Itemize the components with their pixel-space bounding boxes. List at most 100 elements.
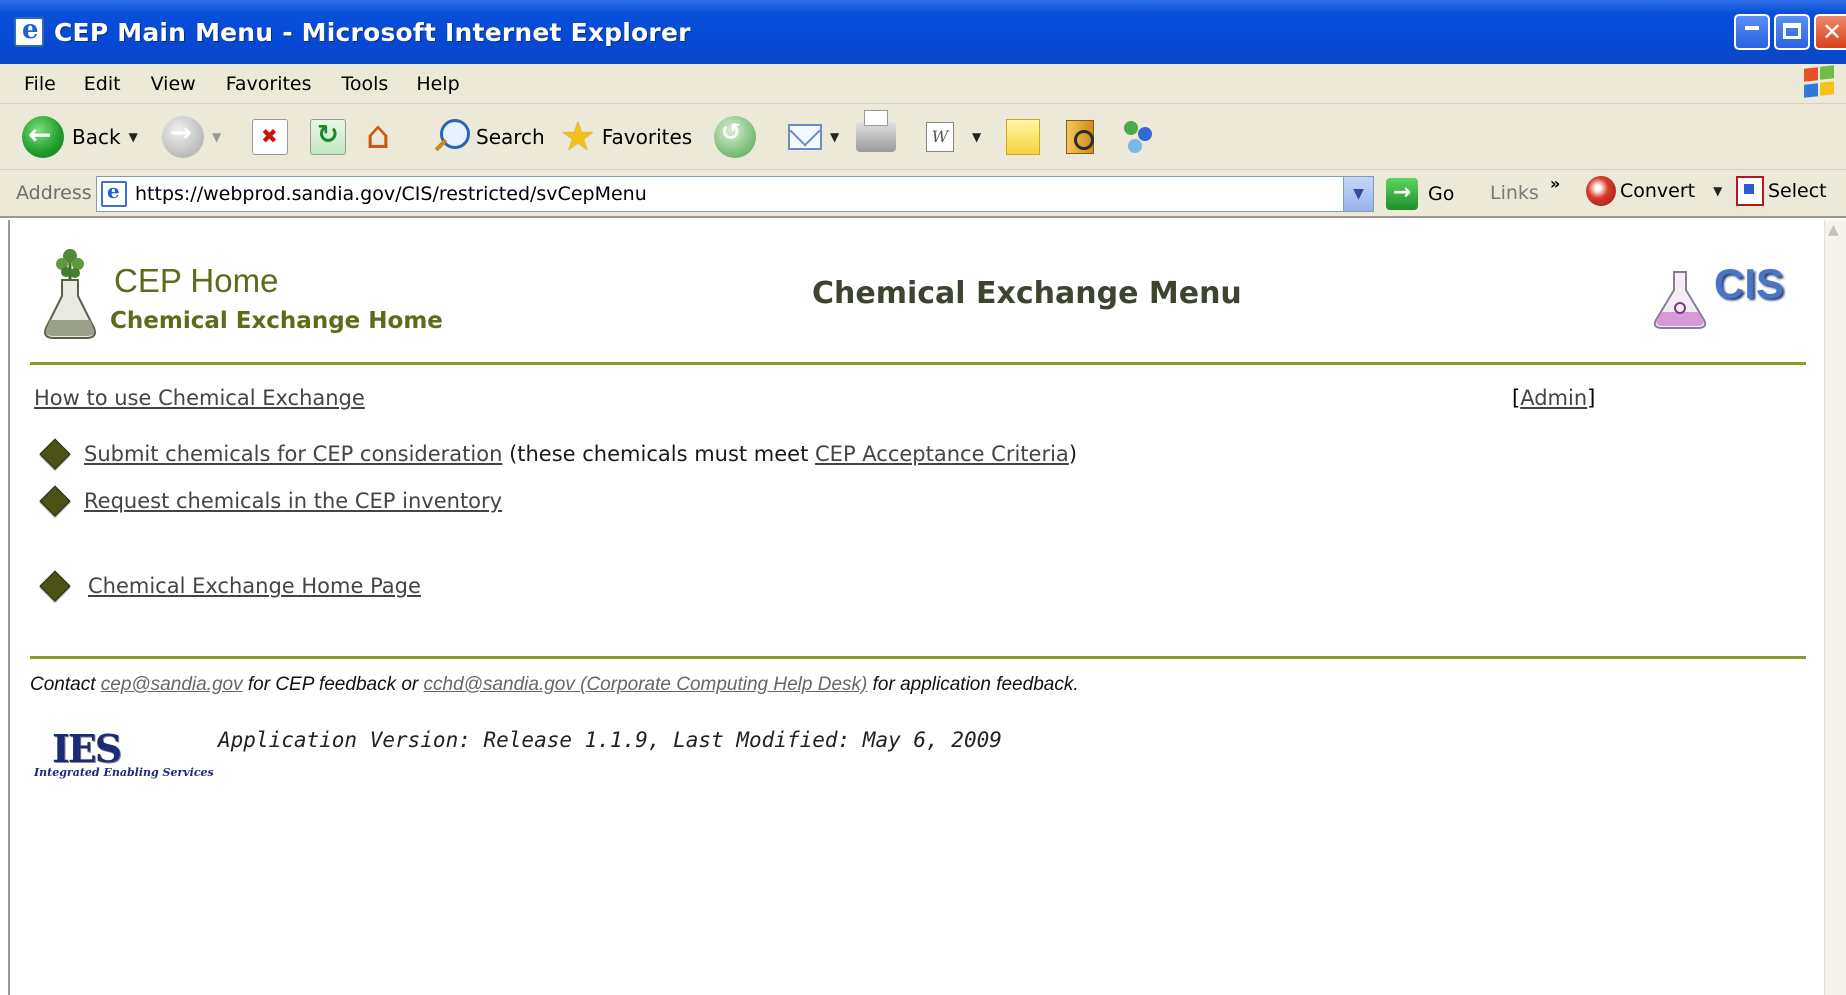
cep-email-link[interactable]: cep@sandia.gov xyxy=(101,674,243,695)
how-to-use-link[interactable]: How to use Chemical Exchange xyxy=(34,386,365,410)
window-title: CEP Main Menu - Microsoft Internet Explo… xyxy=(54,17,691,47)
ies-logo-text: IES xyxy=(52,726,122,771)
ies-logo-subtext: Integrated Enabling Services xyxy=(34,766,214,779)
windows-logo-icon xyxy=(1798,60,1842,100)
page-title: Chemical Exchange Menu xyxy=(812,276,1242,311)
favorites-label: Favorites xyxy=(601,125,693,149)
diamond-bullet-icon xyxy=(39,485,71,517)
window-title-bar[interactable]: CEP Main Menu - Microsoft Internet Explo… xyxy=(0,0,1846,64)
minimize-icon xyxy=(1745,26,1759,30)
back-arrow-icon xyxy=(22,116,64,158)
history-button[interactable] xyxy=(714,114,756,160)
admin-link[interactable]: Admin xyxy=(1520,386,1587,410)
convert-button[interactable]: Convert ▼ xyxy=(1586,176,1722,206)
acceptance-criteria-link[interactable]: CEP Acceptance Criteria xyxy=(815,442,1069,466)
search-icon xyxy=(430,117,470,157)
select-icon xyxy=(1736,176,1764,206)
menu-bar: File Edit View Favorites Tools Help xyxy=(0,64,1846,104)
go-label: Go xyxy=(1428,183,1455,205)
go-button[interactable]: → Go xyxy=(1386,178,1454,210)
menu-favorites[interactable]: Favorites xyxy=(224,71,314,97)
back-button[interactable]: Back ▼ xyxy=(22,114,138,160)
refresh-icon xyxy=(310,119,346,155)
submit-chemicals-link[interactable]: Submit chemicals for CEP consideration xyxy=(84,442,502,466)
mail-button[interactable]: ▼ xyxy=(788,114,839,160)
address-dropdown-icon[interactable]: ▼ xyxy=(1343,177,1373,211)
address-label: Address xyxy=(16,182,92,204)
edit-word-button[interactable]: W ▼ xyxy=(926,114,981,160)
stop-icon xyxy=(252,119,288,155)
request-chemicals-link[interactable]: Request chemicals in the CEP inventory xyxy=(84,489,502,513)
cep-home-subtitle: Chemical Exchange Home xyxy=(110,308,443,334)
address-input[interactable]: https://webprod.sandia.gov/CIS/restricte… xyxy=(96,176,1374,212)
convert-label: Convert xyxy=(1620,180,1696,202)
go-arrow-icon: → xyxy=(1386,178,1418,210)
contact-line: Contact cep@sandia.gov for CEP feedback … xyxy=(30,674,1079,696)
research-button[interactable] xyxy=(1060,114,1098,160)
links-label[interactable]: Links xyxy=(1490,182,1539,204)
minimize-button[interactable] xyxy=(1734,14,1770,50)
contact-prefix: Contact xyxy=(30,674,101,695)
messenger-people-icon xyxy=(1120,117,1160,157)
admin-link-group: [Admin] xyxy=(1512,386,1595,410)
messenger-button[interactable] xyxy=(1120,114,1160,160)
cep-flask-logo xyxy=(44,249,96,339)
history-icon xyxy=(714,116,756,158)
forward-dropdown-icon[interactable]: ▼ xyxy=(212,130,221,144)
cis-flask-icon xyxy=(1653,271,1707,329)
vertical-scrollbar[interactable]: ▲ xyxy=(1824,220,1846,995)
menu-file[interactable]: File xyxy=(22,71,58,97)
footer-divider xyxy=(30,656,1806,659)
home-button[interactable] xyxy=(364,113,400,160)
cep-home-title[interactable]: CEP Home xyxy=(114,262,278,300)
favorites-star-icon: ★ xyxy=(560,114,596,160)
search-button[interactable]: Search xyxy=(430,114,545,160)
close-button[interactable]: ✕ xyxy=(1814,14,1846,50)
restore-icon xyxy=(1783,23,1801,39)
printer-icon xyxy=(856,110,896,152)
list-item: Submit chemicals for CEP consideration (… xyxy=(36,438,1077,470)
edit-dropdown-icon[interactable]: ▼ xyxy=(972,130,981,144)
ies-logo: IES Integrated Enabling Services xyxy=(34,726,214,782)
restore-button[interactable] xyxy=(1774,14,1810,50)
ie-app-icon[interactable] xyxy=(14,15,44,47)
forward-button[interactable]: ▼ xyxy=(162,114,221,160)
page-icon xyxy=(101,179,127,207)
cis-logo: CIS xyxy=(1650,260,1810,340)
back-dropdown-icon[interactable]: ▼ xyxy=(129,130,138,144)
header-divider xyxy=(30,362,1806,365)
address-url[interactable]: https://webprod.sandia.gov/CIS/restricte… xyxy=(135,183,647,205)
help-desk-link[interactable]: cchd@sandia.gov (Corporate Computing Hel… xyxy=(424,674,868,695)
submit-note-text: (these chemicals must meet xyxy=(502,442,816,466)
print-button[interactable] xyxy=(856,110,896,160)
menu-help[interactable]: Help xyxy=(414,71,461,97)
search-label: Search xyxy=(476,125,545,149)
mail-dropdown-icon[interactable]: ▼ xyxy=(830,130,839,144)
convert-dropdown-icon[interactable]: ▼ xyxy=(1713,184,1722,198)
address-bar: Address https://webprod.sandia.gov/CIS/r… xyxy=(0,170,1846,218)
cis-logo-text: CIS xyxy=(1714,260,1785,307)
convert-pdf-icon xyxy=(1586,176,1616,206)
menu-view[interactable]: View xyxy=(149,71,198,97)
toolbar: Back ▼ ▼ Search ★ Favorites ▼ W ▼ xyxy=(0,104,1846,170)
admin-bracket-open: [ xyxy=(1512,386,1521,410)
select-label: Select xyxy=(1768,180,1827,202)
back-label: Back xyxy=(72,125,121,149)
menu-tools[interactable]: Tools xyxy=(340,71,391,97)
diamond-bullet-icon xyxy=(39,570,71,602)
favorites-button[interactable]: ★ Favorites xyxy=(560,114,692,160)
contact-middle: for CEP feedback or xyxy=(242,674,424,695)
list-item: Request chemicals in the CEP inventory xyxy=(36,485,502,517)
discuss-button[interactable] xyxy=(1006,114,1040,160)
menu-edit[interactable]: Edit xyxy=(82,71,123,97)
stop-button[interactable] xyxy=(252,114,288,160)
research-book-icon xyxy=(1060,118,1098,156)
mail-icon xyxy=(788,124,822,150)
links-chevron-icon[interactable]: » xyxy=(1550,174,1560,193)
application-version: Application Version: Release 1.1.9, Last… xyxy=(218,728,1002,752)
chemical-exchange-home-link[interactable]: Chemical Exchange Home Page xyxy=(88,574,421,598)
scroll-up-icon[interactable]: ▲ xyxy=(1828,222,1839,238)
select-button[interactable]: Select xyxy=(1736,176,1827,206)
page-content: CEP Home Chemical Exchange Home Chemical… xyxy=(8,220,1824,995)
refresh-button[interactable] xyxy=(310,114,346,160)
